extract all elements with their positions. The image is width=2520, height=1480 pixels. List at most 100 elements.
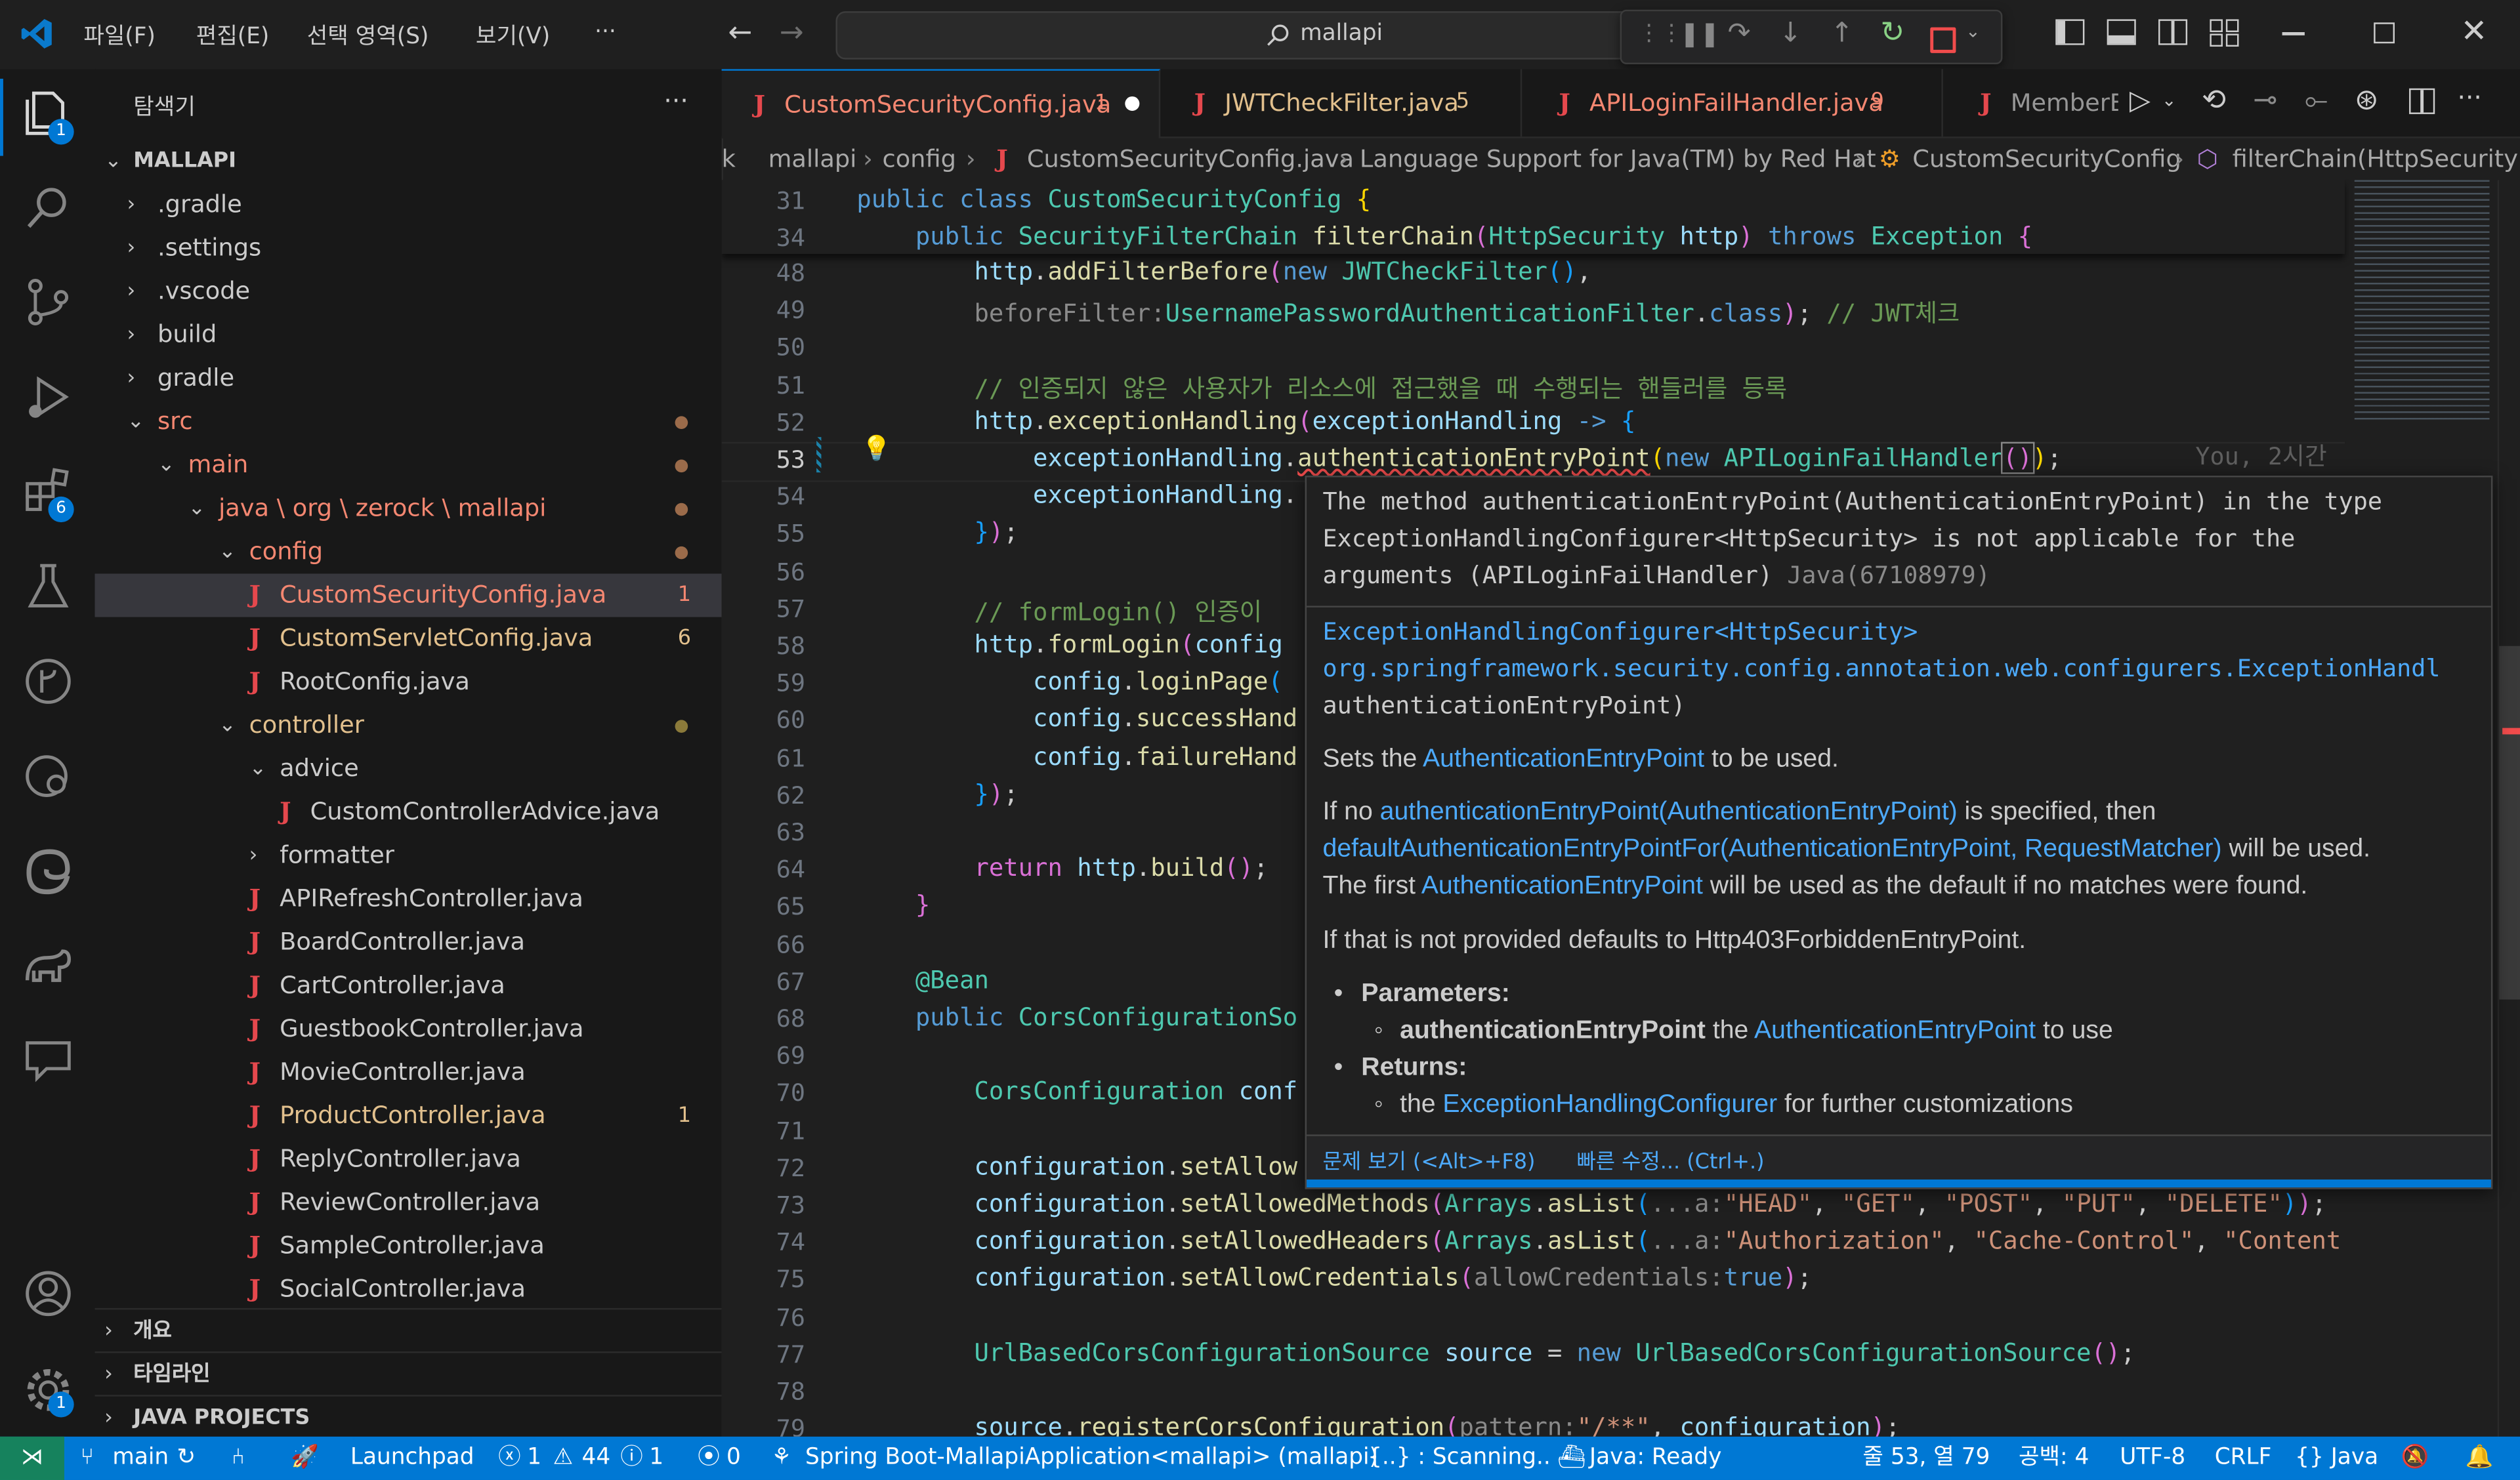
tree-folder[interactable]: › .gradle	[94, 183, 721, 226]
more-actions-icon[interactable]: ···	[2458, 82, 2482, 113]
tree-file[interactable]: J APIRefreshController.java	[94, 877, 721, 920]
menu-selection[interactable]: 선택 영역(S)	[307, 19, 429, 51]
tree-folder[interactable]: › gradle	[94, 357, 721, 400]
breadcrumb-item[interactable]: k	[722, 138, 736, 180]
tree-file[interactable]: J CustomSecurityConfig.java 1	[94, 573, 722, 617]
tab-membere[interactable]: J MemberE	[1941, 69, 2118, 136]
doc-link[interactable]: AuthenticationEntryPoint	[1754, 1018, 2036, 1045]
tree-file[interactable]: J ReplyController.java	[94, 1138, 721, 1181]
tree-file[interactable]: J CartController.java	[94, 964, 721, 1008]
tree-folder[interactable]: ⌄ config	[94, 530, 721, 573]
warning-count[interactable]: 44	[582, 1437, 611, 1480]
doc-link[interactable]: defaultAuthenticationEntryPointFor(Authe…	[1323, 836, 2222, 863]
step-out-icon[interactable]: ↑	[1830, 18, 1853, 50]
branch-name[interactable]: main	[112, 1437, 169, 1480]
breadcrumb-item[interactable]: filterChain(HttpSecurity)	[2233, 138, 2520, 180]
tree-folder[interactable]: › build	[94, 314, 721, 357]
sync-icon[interactable]: ↻	[177, 1437, 196, 1480]
more-actions-icon[interactable]: ···	[663, 85, 688, 116]
restart-icon[interactable]: ↻	[1880, 16, 1904, 49]
menu-edit[interactable]: 편집(E)	[196, 19, 270, 51]
breadcrumb-item[interactable]: mallapi	[768, 138, 857, 180]
search-icon[interactable]	[21, 182, 75, 236]
tree-file[interactable]: J SampleController.java	[94, 1225, 721, 1268]
doc-link[interactable]: AuthenticationEntryPoint	[1423, 746, 1704, 773]
chat-icon[interactable]	[21, 1033, 75, 1088]
doc-link[interactable]: AuthenticationEntryPoint	[1421, 873, 1703, 900]
view-problem-link[interactable]: 문제 보기 (<Alt>+F8)	[1323, 1144, 1536, 1175]
quick-fix-link[interactable]: 빠른 수정... (Ctrl+.)	[1576, 1144, 1764, 1175]
tree-file[interactable]: J SocialController.java	[94, 1268, 721, 1311]
ports-count[interactable]: 0	[726, 1437, 741, 1480]
section-outline[interactable]: › 개요	[94, 1307, 722, 1353]
tab-customsecurityconfig[interactable]: J CustomSecurityConfig.java 1	[721, 69, 1161, 138]
indentation[interactable]: 공백: 4	[2019, 1437, 2089, 1480]
tree-folder[interactable]: › .settings	[94, 226, 721, 270]
encoding[interactable]: UTF-8	[2120, 1437, 2185, 1480]
unsaved-dot-icon[interactable]	[1125, 96, 1140, 112]
account-icon[interactable]	[21, 1266, 75, 1321]
section-java-projects[interactable]: › JAVA PROJECTS	[94, 1395, 722, 1440]
scrollbar-thumb[interactable]	[2499, 646, 2520, 1000]
tab-apiloginfailhandler[interactable]: J APILoginFailHandler.java 9	[1521, 69, 1943, 137]
cursor-position[interactable]: 줄 53, 열 79	[1862, 1437, 1990, 1480]
breadcrumb-item[interactable]: CustomSecurityConfig.java	[1027, 138, 1354, 180]
vertical-scrollbar[interactable]	[2497, 180, 2520, 1437]
section-timeline[interactable]: › 타임라인	[94, 1351, 722, 1397]
tab-jwtcheckfilter[interactable]: J JWTCheckFilter.java 5	[1159, 69, 1522, 137]
toggle-primary-sidebar-icon[interactable]	[2055, 19, 2085, 45]
edge-icon[interactable]	[21, 844, 75, 898]
restore-icon[interactable]	[2374, 22, 2395, 44]
tree-file[interactable]: J MovieController.java	[94, 1051, 721, 1094]
chevron-down-icon[interactable]: ⌄	[2162, 90, 2177, 111]
step-into-icon[interactable]: ↓	[1779, 18, 1802, 50]
chevron-down-icon[interactable]: ⌄	[1965, 21, 1981, 42]
tree-file[interactable]: J BoardController.java	[94, 921, 721, 964]
next-change-icon[interactable]: ⟜	[2305, 83, 2328, 117]
menu-view[interactable]: 보기(V)	[476, 19, 550, 51]
open-changes-icon[interactable]: ⟲	[2202, 83, 2226, 117]
launchpad-item[interactable]: Launchpad	[350, 1437, 474, 1480]
tree-folder[interactable]: ⌄ controller	[94, 704, 721, 747]
tree-folder[interactable]: ⌄ main	[94, 443, 721, 487]
step-over-icon[interactable]: ↷	[1728, 18, 1751, 50]
doc-link[interactable]: authenticationEntryPoint(AuthenticationE…	[1380, 798, 1958, 826]
split-editor-icon[interactable]	[2409, 88, 2435, 114]
gradle-icon[interactable]	[21, 939, 75, 993]
language-mode[interactable]: {} Java	[2295, 1437, 2378, 1480]
tree-file[interactable]: J CustomControllerAdvice.java	[94, 791, 721, 834]
error-count[interactable]: 1	[527, 1437, 541, 1480]
tree-folder[interactable]: ⌄ advice	[94, 747, 721, 791]
bell-icon[interactable]: 🔔	[2466, 1437, 2494, 1480]
forward-arrow-icon[interactable]: →	[780, 16, 804, 49]
breadcrumb-item[interactable]: CustomSecurityConfig	[1912, 138, 2181, 180]
no-notifications-icon[interactable]: 🔕	[2401, 1437, 2429, 1480]
tree-file[interactable]: J ReviewController.java	[94, 1181, 721, 1224]
close-icon[interactable]: ✕	[2460, 11, 2487, 50]
drag-handle-icon[interactable]: ⋮⋮	[1638, 21, 1683, 47]
git-graph-icon[interactable]: ⊛	[2355, 83, 2379, 117]
lightbulb-icon[interactable]: 💡	[862, 434, 892, 462]
info-count[interactable]: 1	[649, 1437, 663, 1480]
docker-icon[interactable]	[21, 749, 75, 803]
git-graph-icon[interactable]: ⑃	[232, 1437, 245, 1480]
tree-folder[interactable]: ⌄ java \ org \ zerock \ mallapi	[94, 487, 721, 530]
testing-icon[interactable]	[21, 559, 75, 613]
scanning-status[interactable]: {..} : Scanning..	[1368, 1437, 1551, 1480]
breadcrumb-item[interactable]: config	[883, 138, 956, 180]
java-status[interactable]: Java: Ready	[1589, 1437, 1721, 1480]
menu-more[interactable]: ···	[595, 19, 616, 45]
tree-file[interactable]: J RootConfig.java	[94, 661, 721, 704]
stop-icon[interactable]	[1930, 27, 1956, 53]
doc-link[interactable]: ExceptionHandlingConfigurer	[1442, 1091, 1777, 1119]
breadcrumb-item[interactable]: Language Support for Java(TM) by Red Hat	[1360, 138, 1876, 180]
pause-icon[interactable]: ❚❚	[1679, 19, 1720, 48]
menu-file[interactable]: 파일(F)	[83, 19, 156, 51]
source-control-icon[interactable]	[21, 275, 75, 329]
run-debug-icon[interactable]	[21, 369, 75, 424]
tree-file[interactable]: J ProductController.java 1	[94, 1094, 721, 1138]
tree-folder[interactable]: › formatter	[94, 834, 721, 877]
tree-folder[interactable]: ⌄ src	[94, 400, 721, 443]
tree-file[interactable]: J GuestbookController.java	[94, 1008, 721, 1051]
toggle-secondary-sidebar-icon[interactable]	[2158, 19, 2188, 45]
